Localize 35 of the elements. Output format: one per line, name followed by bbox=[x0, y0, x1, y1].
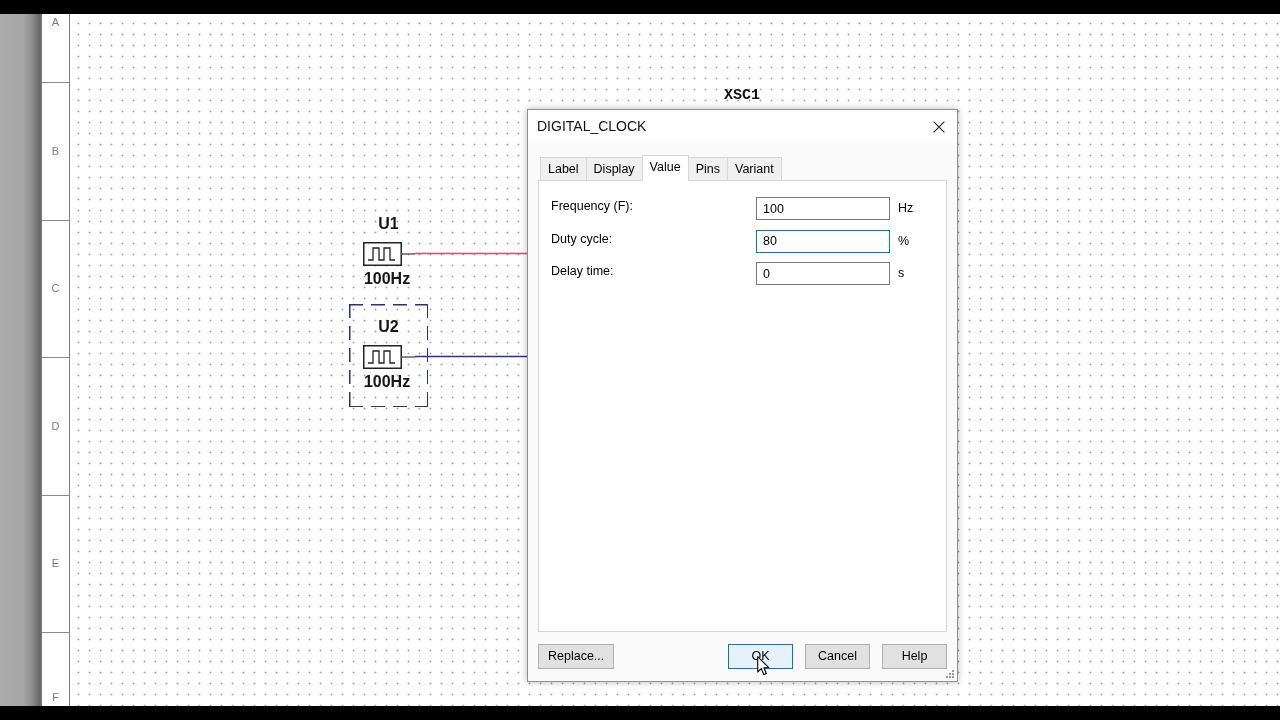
input-field[interactable]: 100 bbox=[756, 197, 890, 220]
dialog-title: DIGITAL_CLOCK bbox=[537, 118, 647, 135]
tab[interactable]: Variant bbox=[726, 157, 782, 180]
component-ref: U1 bbox=[378, 215, 399, 233]
selection-frame[interactable]: U2 100Hz bbox=[349, 304, 428, 407]
square-wave-icon bbox=[363, 345, 415, 369]
row-label: B bbox=[51, 144, 60, 158]
dialog-button[interactable]: Help bbox=[882, 644, 947, 669]
unit-label: s bbox=[898, 266, 905, 281]
row-label: C bbox=[51, 282, 60, 296]
input-field[interactable]: 0 bbox=[756, 262, 890, 285]
row-label: F bbox=[52, 691, 59, 704]
tab[interactable]: Pins bbox=[687, 157, 728, 180]
tab[interactable]: Display bbox=[585, 157, 643, 180]
input-field[interactable]: 80 bbox=[756, 229, 890, 253]
unit-label: Hz bbox=[898, 201, 914, 216]
dialog-button[interactable]: OK bbox=[728, 644, 793, 669]
instrument-label: XSC1 bbox=[724, 87, 760, 105]
component-ref: U2 bbox=[378, 318, 399, 336]
unit-label: % bbox=[898, 233, 910, 249]
square-wave-icon bbox=[363, 242, 415, 266]
dialog-button[interactable]: Replace... bbox=[538, 644, 615, 669]
field-label: Delay time: bbox=[551, 264, 615, 279]
row-label: D bbox=[51, 419, 60, 433]
resize-grip-icon[interactable] bbox=[945, 669, 955, 679]
field-label: Frequency (F): bbox=[551, 199, 634, 214]
tab[interactable]: Value bbox=[641, 155, 689, 181]
row-label: A bbox=[51, 16, 60, 29]
field-label: Duty cycle: bbox=[551, 231, 614, 247]
component-value: 100Hz bbox=[363, 270, 411, 288]
row-label: E bbox=[51, 557, 60, 571]
close-icon[interactable] bbox=[933, 120, 945, 133]
component-value: 100Hz bbox=[363, 373, 411, 391]
tab[interactable]: Label bbox=[540, 157, 587, 180]
dialog-button[interactable]: Cancel bbox=[805, 644, 870, 669]
